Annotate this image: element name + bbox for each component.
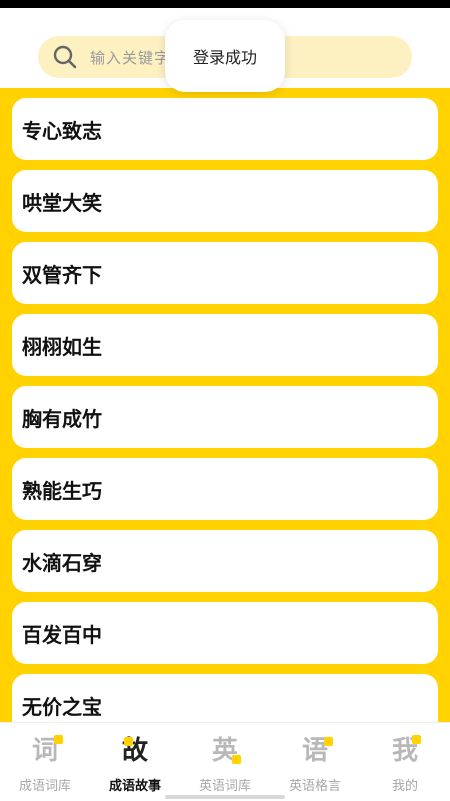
list-item[interactable]: 熟能生巧 (12, 458, 438, 520)
idiom-label: 栩栩如生 (22, 334, 102, 359)
idiom-label: 无价之宝 (22, 694, 102, 719)
tab-profile[interactable]: 我 我的 (360, 731, 450, 797)
list-item[interactable]: 专心致志 (12, 98, 438, 160)
tab-english-quotes[interactable]: 语 英语格言 (270, 731, 360, 797)
list-item[interactable]: 哄堂大笑 (12, 170, 438, 232)
idiom-dictionary-icon: 词 (0, 731, 90, 771)
idiom-label: 水滴石穿 (22, 550, 102, 575)
tab-label: 英语词库 (198, 779, 251, 794)
status-bar (0, 0, 450, 8)
tab-label: 英语格言 (288, 779, 341, 794)
list-item[interactable]: 栩栩如生 (12, 314, 438, 376)
search-input[interactable]: 输入关键字 (90, 47, 170, 68)
idiom-label: 专心致志 (22, 118, 102, 143)
list-item[interactable]: 胸有成竹 (12, 386, 438, 448)
search-icon (53, 45, 77, 69)
idiom-label: 百发百中 (22, 622, 102, 647)
tab-idiom-stories[interactable]: 故 成语故事 (90, 731, 180, 797)
list-item[interactable]: 双管齐下 (12, 242, 438, 304)
tab-label: 成语故事 (108, 779, 161, 794)
idiom-label: 双管齐下 (22, 262, 102, 287)
english-quotes-icon: 语 (270, 731, 360, 771)
idiom-stories-icon: 故 (121, 736, 148, 766)
english-dictionary-icon: 英 (180, 731, 270, 771)
list-item[interactable]: 水滴石穿 (12, 530, 438, 592)
tab-idiom-dictionary[interactable]: 词 成语词库 (0, 731, 90, 797)
tab-english-dictionary[interactable]: 英 英语词库 (180, 731, 270, 797)
home-indicator[interactable] (165, 795, 285, 799)
idiom-label: 哄堂大笑 (22, 190, 102, 215)
profile-icon: 我 (360, 731, 450, 771)
bottom-tab-bar: 词 成语词库 故 成语故事 英 英语词库 语 英语格言 我 我的 (0, 722, 450, 801)
tab-label: 成语词库 (18, 779, 71, 794)
idiom-label: 胸有成竹 (22, 406, 102, 431)
list-item[interactable]: 百发百中 (12, 602, 438, 664)
idiom-list[interactable]: 专心致志 哄堂大笑 双管齐下 栩栩如生 胸有成竹 熟能生巧 水滴石穿 百发百中 … (0, 88, 450, 722)
list-item[interactable]: 无价之宝 (12, 674, 438, 722)
idiom-label: 熟能生巧 (22, 478, 102, 503)
tab-label: 我的 (391, 779, 418, 794)
toast-message: 登录成功 (165, 20, 285, 92)
